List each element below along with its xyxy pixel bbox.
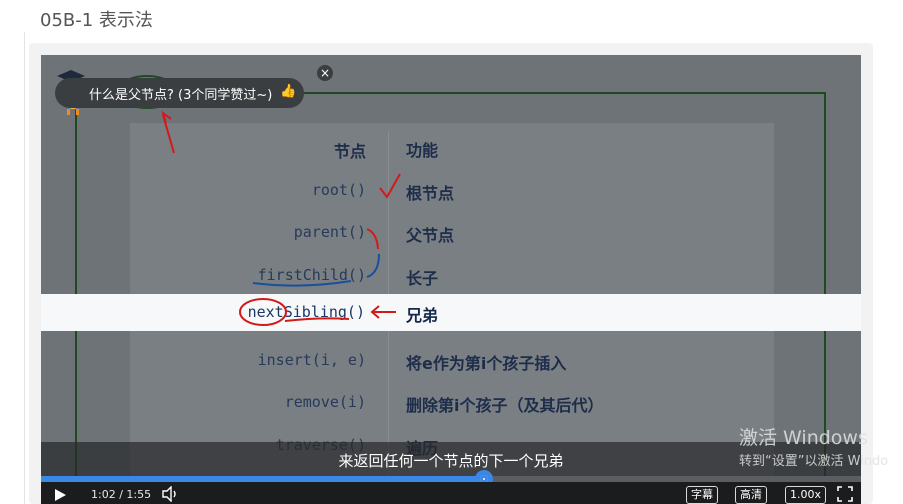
volume-icon[interactable] bbox=[161, 486, 179, 502]
row-function: 长子 bbox=[406, 269, 439, 288]
row-code: insert(i, e) bbox=[257, 351, 366, 369]
question-popup[interactable]: 什么是父节点? (3个同学赞过~) 👍 bbox=[55, 78, 305, 108]
thumbs-up-icon[interactable]: 👍 bbox=[280, 84, 296, 100]
play-icon[interactable] bbox=[53, 488, 67, 502]
table-row: parent() 父节点 bbox=[130, 212, 774, 255]
quality-button[interactable]: 高清 bbox=[735, 486, 767, 504]
subtitles-button[interactable]: 字幕 bbox=[686, 486, 718, 504]
time-display: 1:02 / 1:55 bbox=[91, 488, 152, 501]
row-code: firstChild() bbox=[257, 266, 366, 284]
row-function: 根节点 bbox=[406, 184, 455, 203]
row-code: parent() bbox=[293, 223, 366, 241]
highlighted-row-code: nextSibling() bbox=[247, 303, 365, 321]
speed-button[interactable]: 1.00x bbox=[785, 486, 827, 504]
table-row: insert(i, e) 将e作为第i个孩子插入 bbox=[130, 340, 774, 383]
highlighted-row bbox=[41, 294, 861, 331]
fullscreen-icon[interactable] bbox=[837, 486, 853, 502]
header-function: 功能 bbox=[406, 141, 439, 160]
left-divider bbox=[24, 32, 25, 504]
subtitle-bar: 来返回任何一个节点的下一个兄弟 bbox=[41, 442, 861, 478]
activate-windows-subtitle: 转到“设置”以激活 Windo bbox=[739, 454, 889, 469]
table-row: root() 根节点 bbox=[130, 170, 774, 213]
header-node: 节点 bbox=[333, 142, 366, 161]
popup-question-text: 什么是父节点? (3个同学赞过~) bbox=[89, 87, 273, 103]
table-row: firstChild() 长子 bbox=[130, 255, 774, 298]
activate-windows-title: 激活 Windows bbox=[739, 427, 868, 449]
subtitle-text: 来返回任何一个节点的下一个兄弟 bbox=[338, 452, 564, 470]
close-popup-button[interactable]: × bbox=[317, 65, 333, 81]
row-function: 将e作为第i个孩子插入 bbox=[406, 354, 567, 373]
table-header-row: 节点 功能 bbox=[130, 127, 774, 170]
highlighted-row-function: 兄弟 bbox=[406, 306, 439, 325]
video-player[interactable]: 节点 功能 root() 根节点 parent() 父节点 firstChild… bbox=[41, 55, 861, 504]
row-function: 父节点 bbox=[406, 226, 455, 245]
row-code: root() bbox=[311, 181, 366, 199]
control-bar: 1:02 / 1:55 字幕 高清 1.00x bbox=[41, 482, 861, 504]
table-row: remove(i) 删除第i个孩子（及其后代） bbox=[130, 382, 774, 425]
page-title: 05B-1 表示法 bbox=[40, 10, 153, 31]
row-code: remove(i) bbox=[284, 393, 366, 411]
row-function: 删除第i个孩子（及其后代） bbox=[406, 396, 604, 415]
